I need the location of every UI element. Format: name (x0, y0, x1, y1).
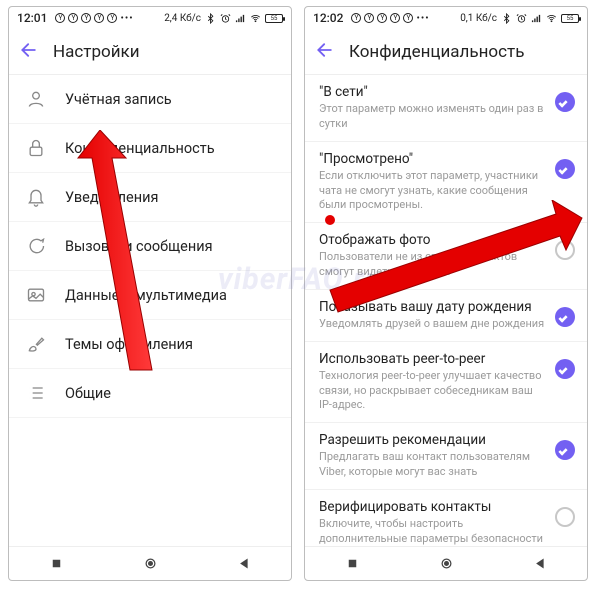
settings-list: Учётная запись Конфиденциальность Уведом… (9, 75, 291, 546)
bluetooth-icon (205, 13, 216, 24)
bluetooth-icon (501, 13, 512, 24)
sidebar-item-privacy[interactable]: Конфиденциальность (9, 124, 291, 173)
nav-home[interactable] (130, 556, 170, 571)
android-navbar (9, 546, 291, 580)
wifi-icon (546, 13, 557, 24)
status-clock: 12:01 (17, 11, 47, 25)
item-desc: Включите, чтобы настроить дополнительные… (319, 517, 545, 546)
item-title: Верифицировать контакты (319, 499, 545, 515)
brush-icon (25, 334, 47, 354)
y-icon: Y (364, 13, 374, 23)
y-icon: Y (390, 13, 400, 23)
alarm-icon (516, 13, 527, 24)
nav-back[interactable] (224, 556, 264, 571)
item-desc: Пользователи не из списка контактов смог… (319, 250, 545, 280)
page-title: Настройки (53, 42, 140, 62)
toggle-off-icon[interactable] (555, 507, 575, 527)
privacy-online[interactable]: "В сети" Этот параметр можно изменять оди… (305, 75, 587, 142)
sidebar-item-calls[interactable]: Вызовы и сообщения (9, 222, 291, 271)
android-navbar (305, 546, 587, 580)
alarm-icon (220, 13, 231, 24)
privacy-list[interactable]: "В сети" Этот параметр можно изменять оди… (305, 75, 587, 546)
privacy-verify[interactable]: Верифицировать контакты Включите, чтобы н… (305, 490, 587, 546)
status-clock: 12:02 (313, 11, 343, 25)
nav-recent[interactable] (332, 556, 372, 571)
status-bar: 12:01 Y Y Y Y Y ••• 2,4 Кб/с 55 (9, 7, 291, 29)
toggle-on-icon[interactable] (555, 359, 575, 379)
y-icon: Y (377, 13, 387, 23)
chat-icon (25, 236, 47, 256)
item-label: Конфиденциальность (65, 140, 215, 157)
privacy-seen[interactable]: "Просмотрено" Если отключить этот парамет… (305, 142, 587, 224)
y-icon: Y (81, 13, 91, 23)
battery-icon: 55 (265, 14, 283, 23)
toolbar: Настройки (9, 29, 291, 75)
media-icon (25, 285, 47, 305)
y-icon: Y (55, 13, 65, 23)
item-title: "Просмотрено" (319, 151, 545, 167)
back-button[interactable] (19, 40, 39, 64)
item-desc: Если отключить этот параметр, участники … (319, 169, 545, 214)
item-label: Уведомления (65, 189, 158, 206)
net-speed: 0,1 Кб/с (460, 13, 497, 24)
item-desc: Этот параметр можно изменять один раз в … (319, 102, 545, 132)
sidebar-item-general[interactable]: Общие (9, 369, 291, 418)
signal-icon (235, 13, 246, 24)
item-label: Данные и мультимедиа (65, 287, 227, 304)
bell-icon (25, 187, 47, 207)
y-icon: Y (68, 13, 78, 23)
item-label: Темы оформления (65, 336, 193, 353)
page-title: Конфиденциальность (349, 42, 524, 62)
toggle-off-icon[interactable] (555, 240, 575, 260)
back-button[interactable] (315, 40, 335, 64)
nav-back[interactable] (520, 556, 560, 571)
toggle-on-icon[interactable] (555, 92, 575, 112)
privacy-recommend[interactable]: Разрешить рекомендации Предлагать ваш кон… (305, 423, 587, 490)
phone-left: 12:01 Y Y Y Y Y ••• 2,4 Кб/с 55 Н (8, 6, 292, 581)
toggle-on-icon[interactable] (555, 307, 575, 327)
user-icon (25, 89, 47, 109)
item-desc: Предлагать ваш контакт пользователям Vib… (319, 450, 545, 480)
privacy-show-photo[interactable]: Отображать фото Пользователи не из списка… (305, 223, 587, 290)
item-title: "В сети" (319, 84, 545, 100)
item-label: Учётная запись (65, 91, 172, 108)
item-title: Отображать фото (319, 232, 545, 248)
item-title: Показывать вашу дату рождения (319, 299, 545, 315)
signal-icon (531, 13, 542, 24)
sidebar-item-media[interactable]: Данные и мультимедиа (9, 271, 291, 320)
privacy-p2p[interactable]: Использовать peer-to-peer Технология peer… (305, 342, 587, 424)
toggle-on-icon[interactable] (555, 159, 575, 179)
item-label: Общие (65, 385, 111, 402)
wifi-icon (250, 13, 261, 24)
y-icon: Y (403, 13, 413, 23)
status-bar: 12:02 Y Y Y Y Y ••• 0,1 Кб/с 55 (305, 7, 587, 29)
sidebar-item-account[interactable]: Учётная запись (9, 75, 291, 124)
item-title: Использовать peer-to-peer (319, 351, 545, 367)
phone-right: 12:02 Y Y Y Y Y ••• 0,1 Кб/с 55 К (304, 6, 588, 581)
more-icon: ••• (416, 13, 429, 24)
lock-icon (25, 138, 47, 158)
more-icon: ••• (120, 13, 133, 24)
sidebar-item-themes[interactable]: Темы оформления (9, 320, 291, 369)
item-label: Вызовы и сообщения (65, 238, 213, 255)
net-speed: 2,4 Кб/с (164, 13, 201, 24)
y-icon: Y (107, 13, 117, 23)
y-icon: Y (351, 13, 361, 23)
toggle-on-icon[interactable] (555, 440, 575, 460)
toolbar: Конфиденциальность (305, 29, 587, 75)
item-desc: Технология peer-to-peer улучшает качеств… (319, 369, 545, 414)
battery-icon: 55 (561, 14, 579, 23)
item-desc: Уведомлять друзей о вашем дне рождения (319, 317, 545, 332)
list-icon (25, 383, 47, 403)
y-icon: Y (94, 13, 104, 23)
privacy-birthday[interactable]: Показывать вашу дату рождения Уведомлять … (305, 290, 587, 342)
sidebar-item-notifications[interactable]: Уведомления (9, 173, 291, 222)
nav-recent[interactable] (36, 556, 76, 571)
nav-home[interactable] (426, 556, 466, 571)
item-title: Разрешить рекомендации (319, 432, 545, 448)
